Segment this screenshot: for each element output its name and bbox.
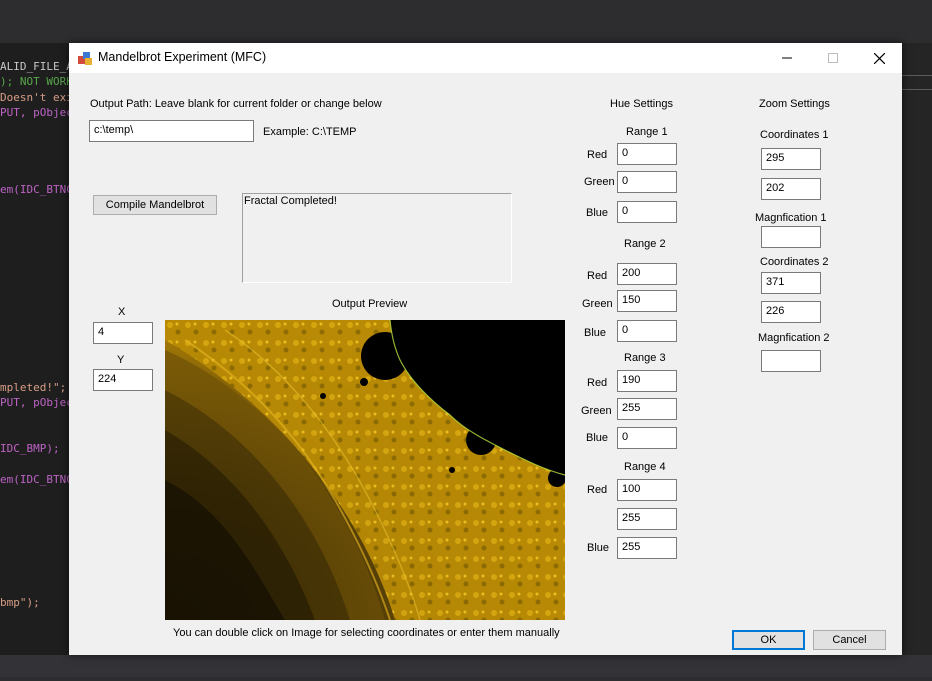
range3-blue-input[interactable]: 0 — [617, 427, 677, 449]
range2-red-label: Red — [587, 270, 608, 282]
fractal-preview-image[interactable] — [165, 320, 565, 620]
code-line: em(IDC_BTNC — [0, 473, 69, 486]
code-line: mpleted!"; — [0, 381, 67, 394]
range1-blue-input[interactable]: 0 — [617, 201, 677, 223]
code-line: bmp"); — [0, 596, 40, 609]
title-bar[interactable]: Mandelbrot Experiment (MFC) — [69, 43, 902, 73]
range1-green-label: Green — [584, 176, 615, 188]
code-line: ); NOT WORK — [0, 75, 69, 88]
cancel-button[interactable]: Cancel — [813, 630, 886, 650]
coord1-x-input[interactable]: 295 — [761, 148, 821, 170]
range3-red-input[interactable]: 190 — [617, 370, 677, 392]
range4-red-input[interactable]: 100 — [617, 479, 677, 501]
app-icon — [78, 52, 92, 65]
coord2-x-input[interactable]: 371 — [761, 272, 821, 294]
range4-label: Range 4 — [624, 461, 666, 473]
window-title: Mandelbrot Experiment (MFC) — [98, 50, 267, 64]
close-icon[interactable] — [856, 43, 902, 73]
range3-green-input[interactable]: 255 — [617, 398, 677, 420]
range3-label: Range 3 — [624, 352, 666, 364]
example-label: Example: C:\TEMP — [263, 126, 357, 138]
code-line: IDC_BMP); — [0, 442, 60, 455]
range1-label: Range 1 — [626, 126, 668, 138]
range1-red-input[interactable]: 0 — [617, 143, 677, 165]
output-preview-label: Output Preview — [332, 298, 408, 310]
ide-code-editor: ALID_FILE_A ); NOT WORK Doesn't exi PUT,… — [0, 43, 69, 655]
zoom-settings-title: Zoom Settings — [759, 98, 830, 110]
code-line: em(IDC_BTNC — [0, 183, 69, 196]
range1-red-label: Red — [587, 149, 608, 161]
code-line: ALID_FILE_A — [0, 60, 69, 73]
y-coordinate-input[interactable]: 224 — [93, 369, 153, 391]
ide-side-panel — [902, 43, 932, 655]
minimize-icon[interactable] — [764, 43, 810, 73]
x-label: X — [118, 306, 126, 318]
coordinates2-label: Coordinates 2 — [760, 256, 829, 268]
range4-blue-label: Blue — [587, 542, 610, 554]
magnification2-label: Magnfication 2 — [758, 332, 830, 344]
range4-blue-input[interactable]: 255 — [617, 537, 677, 559]
range4-red-label: Red — [587, 484, 608, 496]
range2-green-label: Green — [582, 298, 613, 310]
range2-blue-label: Blue — [584, 327, 607, 339]
output-path-input[interactable]: c:\temp\ — [89, 120, 254, 142]
range2-blue-input[interactable]: 0 — [617, 320, 677, 342]
ok-button[interactable]: OK — [732, 630, 805, 650]
compile-button[interactable]: Compile Mandelbrot — [93, 195, 217, 215]
coordinates1-label: Coordinates 1 — [760, 129, 829, 141]
x-coordinate-input[interactable]: 4 — [93, 322, 153, 344]
maximize-icon — [810, 43, 856, 73]
magnification1-label: Magnfication 1 — [755, 212, 827, 224]
magnification1-input[interactable] — [761, 226, 821, 248]
range3-red-label: Red — [587, 377, 608, 389]
range2-red-input[interactable]: 200 — [617, 263, 677, 285]
code-line: Doesn't exi — [0, 91, 69, 104]
range1-blue-label: Blue — [586, 207, 609, 219]
hue-settings-title: Hue Settings — [610, 98, 673, 110]
ide-bottom-panel — [0, 655, 932, 681]
mandelbrot-image — [165, 320, 565, 620]
mandelbrot-dialog: Mandelbrot Experiment (MFC) Output Path:… — [69, 43, 902, 655]
preview-hint-label: You can double click on Image for select… — [173, 627, 560, 639]
range3-green-label: Green — [581, 405, 612, 417]
code-line: PUT, pObjec — [0, 106, 69, 119]
range4-green-input[interactable]: 255 — [617, 508, 677, 530]
output-path-label: Output Path: Leave blank for current fol… — [90, 98, 382, 110]
y-label: Y — [117, 354, 125, 366]
range2-label: Range 2 — [624, 238, 666, 250]
code-line: PUT, pObjec — [0, 396, 69, 409]
coord1-y-input[interactable]: 202 — [761, 178, 821, 200]
range2-green-input[interactable]: 150 — [617, 290, 677, 312]
status-output: Fractal Completed! — [242, 193, 512, 283]
ide-title-area — [0, 0, 932, 43]
coord2-y-input[interactable]: 226 — [761, 301, 821, 323]
magnification2-input[interactable] — [761, 350, 821, 372]
range1-green-input[interactable]: 0 — [617, 171, 677, 193]
range3-blue-label: Blue — [586, 432, 609, 444]
